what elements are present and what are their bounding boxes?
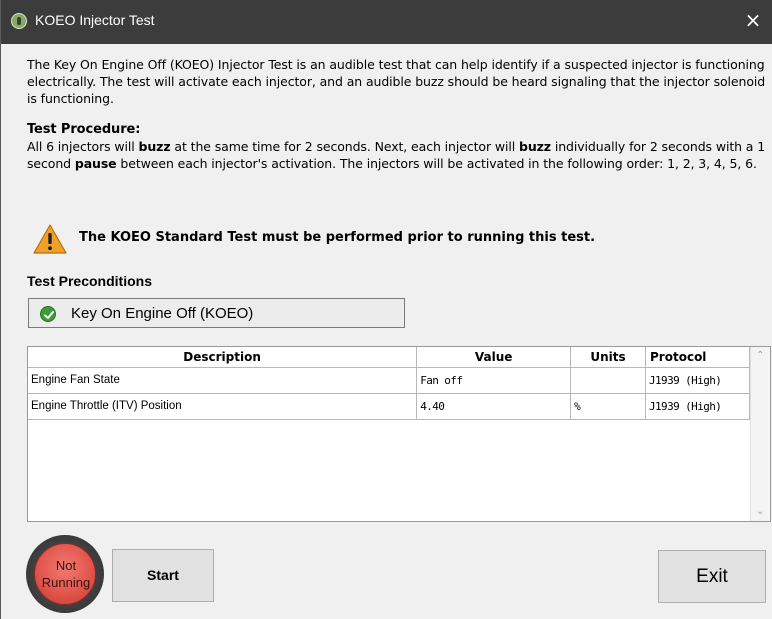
cell-protocol: J1939 (High)	[645, 367, 750, 394]
warning-text: The KOEO Standard Test must be performed…	[79, 230, 596, 245]
cell-units: %	[570, 393, 647, 420]
exit-button[interactable]: Exit	[658, 550, 766, 603]
intro-text: The Key On Engine Off (KOEO) Injector Te…	[27, 57, 766, 106]
status-text: Not Running	[41, 558, 91, 590]
column-header-protocol[interactable]: Protocol	[645, 347, 750, 368]
status-light: Not Running	[34, 543, 96, 605]
table-header-row: Description Value Units Protocol	[28, 347, 750, 368]
app-icon	[11, 13, 27, 29]
precondition-item: Key On Engine Off (KOEO)	[28, 298, 405, 328]
procedure-text: All 6 injectors will buzz at the same ti…	[27, 139, 766, 171]
warning-triangle-icon	[33, 224, 67, 254]
warning-banner: The KOEO Standard Test must be performed…	[27, 222, 627, 258]
cell-description: Engine Fan State	[28, 367, 418, 394]
preconditions-heading: Test Preconditions	[27, 273, 152, 289]
table-row[interactable]: Engine Throttle (ITV) Position 4.40 % J1…	[28, 393, 750, 420]
table-scrollbar[interactable]: ⌃ ⌄	[750, 347, 770, 521]
test-status-indicator: Not Running	[26, 535, 104, 613]
description-area: The Key On Engine Off (KOEO) Injector Te…	[27, 56, 767, 172]
check-circle-icon	[40, 306, 56, 322]
column-header-units[interactable]: Units	[570, 347, 647, 368]
parameter-table: Description Value Units Protocol Engine …	[27, 346, 771, 522]
cell-value: Fan off	[416, 367, 572, 394]
procedure-heading: Test Procedure:	[27, 122, 141, 137]
chevron-down-icon[interactable]: ⌄	[756, 507, 766, 517]
precondition-label: Key On Engine Off (KOEO)	[71, 305, 254, 322]
column-header-value[interactable]: Value	[416, 347, 572, 368]
title-bar: KOEO Injector Test ×	[1, 0, 772, 44]
cell-protocol: J1939 (High)	[645, 393, 750, 420]
cell-description: Engine Throttle (ITV) Position	[28, 393, 418, 420]
cell-units	[570, 367, 647, 394]
koeo-injector-test-window: KOEO Injector Test × The Key On Engine O…	[0, 0, 772, 619]
table-row[interactable]: Engine Fan State Fan off J1939 (High)	[28, 367, 750, 394]
cell-value: 4.40	[416, 393, 572, 420]
chevron-up-icon[interactable]: ⌃	[756, 351, 766, 361]
column-header-description[interactable]: Description	[28, 347, 418, 368]
window-title: KOEO Injector Test	[35, 12, 155, 28]
close-button[interactable]: ×	[733, 0, 772, 44]
start-button[interactable]: Start	[112, 549, 214, 602]
